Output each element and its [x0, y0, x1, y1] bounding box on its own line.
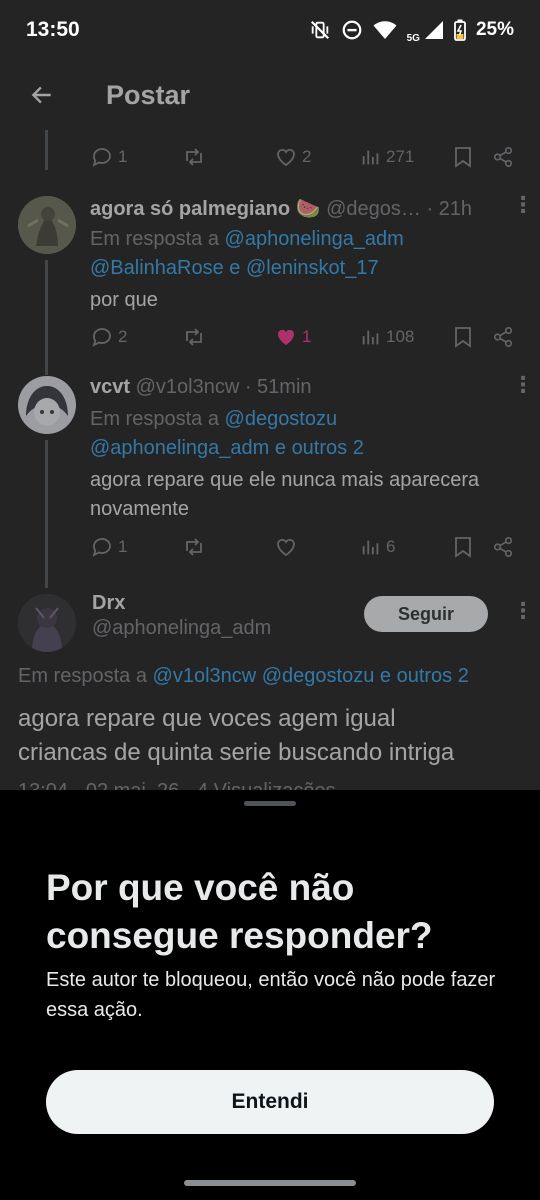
drag-handle[interactable] [244, 801, 296, 806]
status-icons: 5G 25% [309, 17, 514, 44]
sheet-title: Por que você não consegue responder? [46, 867, 433, 956]
bottom-sheet: Por que você não consegue responder? Est… [0, 790, 540, 1200]
sheet-body: Este autor te bloqueou, então você não p… [46, 969, 496, 1021]
backdrop-overlay[interactable] [0, 0, 540, 800]
got-it-button[interactable]: Entendi [46, 1070, 494, 1134]
vibrate-off-icon [309, 19, 331, 41]
status-time: 13:50 [26, 18, 80, 41]
status-bar: 13:50 5G 25% [0, 0, 540, 60]
signal-icon [424, 20, 444, 40]
battery-percent: 25% [475, 19, 514, 40]
wifi-icon [373, 20, 397, 40]
do-not-disturb-icon [341, 19, 363, 41]
home-indicator[interactable] [184, 1180, 356, 1186]
battery-icon [454, 19, 466, 41]
network-label: 5G [406, 32, 420, 44]
